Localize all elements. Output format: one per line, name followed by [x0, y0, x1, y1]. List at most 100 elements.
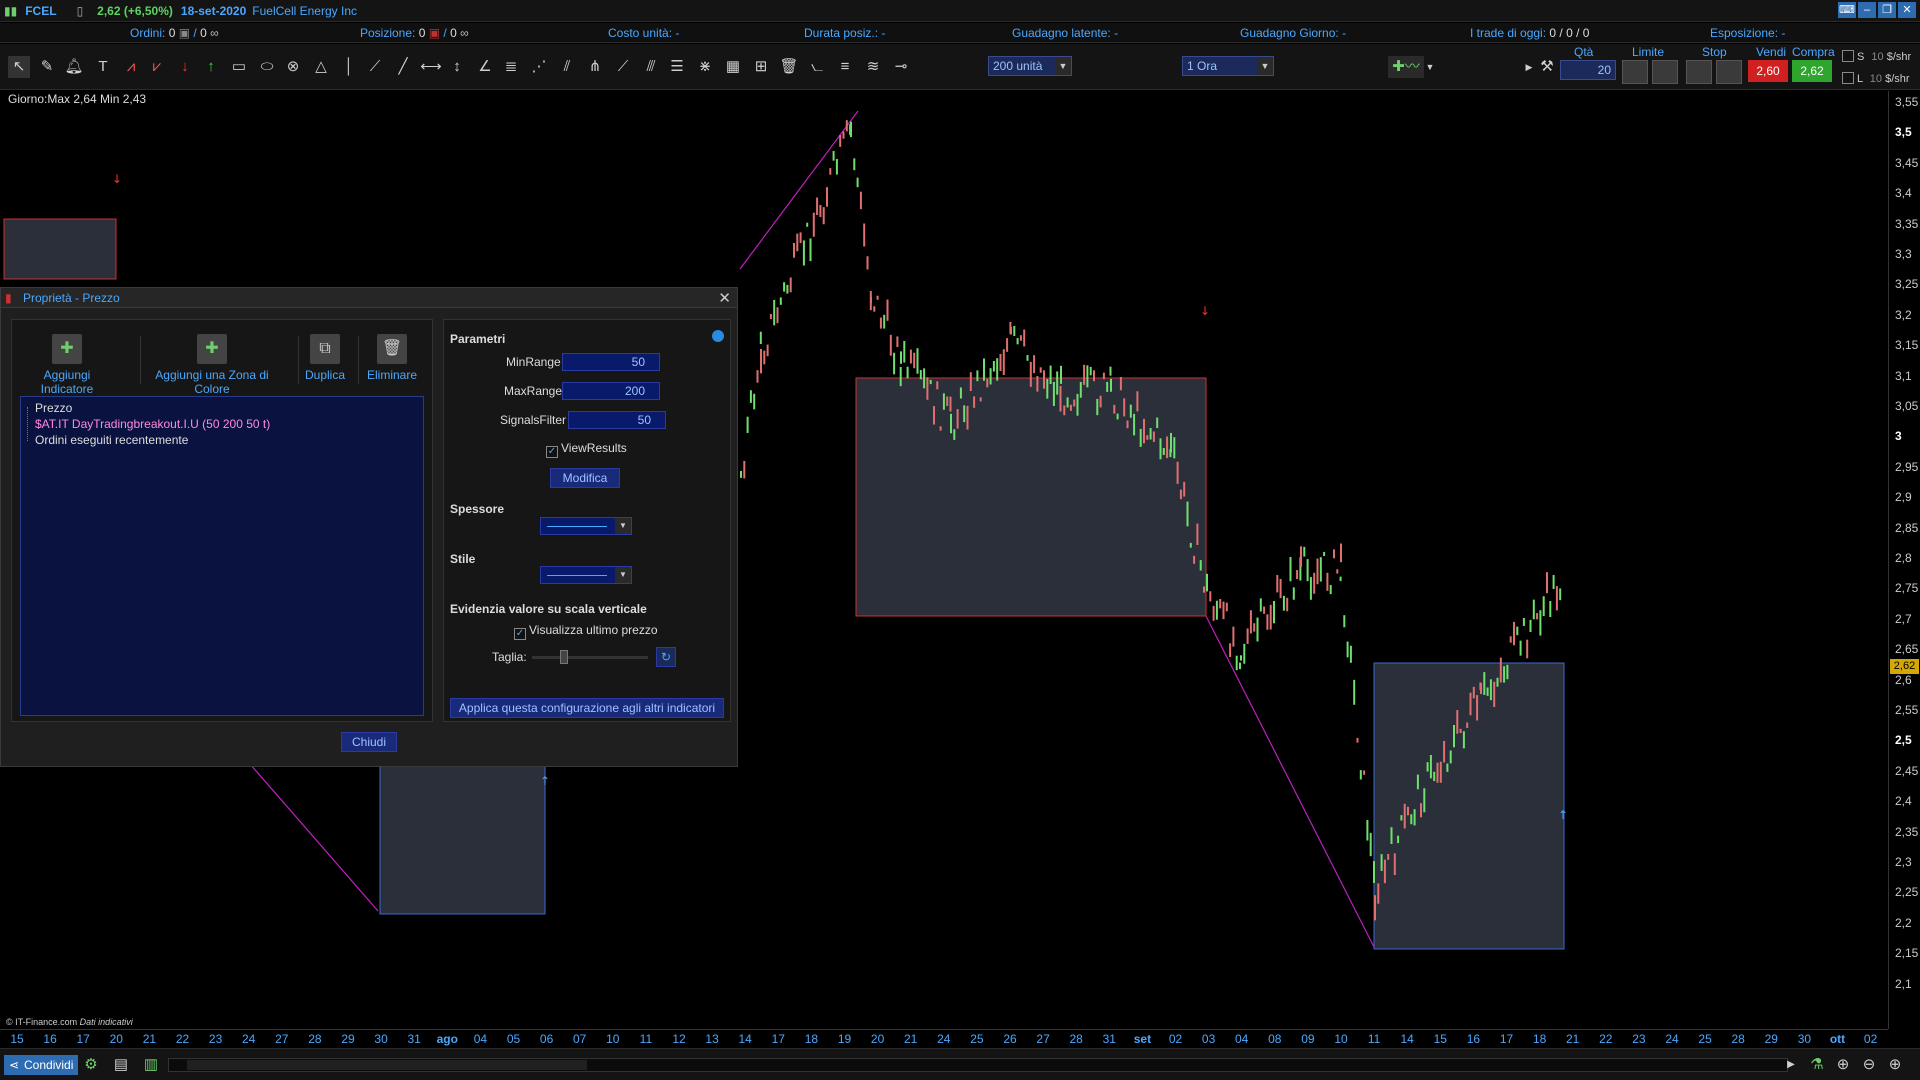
- l-checkbox[interactable]: [1842, 72, 1854, 84]
- sell-arrow-icon[interactable]: ↓: [174, 56, 196, 78]
- chart-settings-icon[interactable]: ⚗: [1806, 1054, 1828, 1076]
- chart-icon[interactable]: ▮▮: [4, 4, 17, 18]
- breakout-zone-4[interactable]: [1373, 662, 1565, 950]
- channel-tool-icon[interactable]: ⫽: [556, 56, 578, 78]
- alert-bell-icon[interactable]: 🔔︎: [63, 56, 85, 78]
- gann-tool-icon[interactable]: ⋇: [694, 56, 716, 78]
- tree-item-price[interactable]: Prezzo: [35, 401, 72, 415]
- horizontal-line-icon[interactable]: ⊸: [890, 56, 912, 78]
- close-icon[interactable]: ✕: [718, 289, 731, 307]
- vertical-measure-icon[interactable]: ↕: [446, 56, 468, 78]
- restore-icon[interactable]: ❐: [1878, 2, 1896, 18]
- scroll-right-icon[interactable]: ▶: [1780, 1054, 1802, 1076]
- chevron-down-icon[interactable]: ▼: [1424, 56, 1436, 78]
- reset-icon[interactable]: ↻: [656, 647, 676, 667]
- duplicate-button[interactable]: ⧉ Duplica: [300, 334, 350, 382]
- qty-input[interactable]: 20: [1560, 60, 1616, 80]
- show-last-price-checkbox[interactable]: ✓: [514, 628, 526, 640]
- text-tool-icon[interactable]: T: [92, 56, 114, 78]
- horizontal-measure-icon[interactable]: ⟷: [420, 56, 442, 78]
- trendline-tool-icon[interactable]: ╱: [392, 56, 414, 78]
- buy-arrow-icon[interactable]: ↑: [200, 56, 222, 78]
- zigzag-tool-icon[interactable]: ⩘: [120, 56, 142, 78]
- trend-line-2[interactable]: [249, 763, 379, 912]
- tree-item-indicator[interactable]: $AT.IT DayTradingbreakout.I.U (50 200 50…: [35, 417, 270, 431]
- style-select[interactable]: ▼: [540, 566, 632, 584]
- time-axis[interactable]: 15 16 17 20 21 22 23 24 27 28 29 30 31 ago 04 05 06 07 10 1…: [0, 1029, 1888, 1047]
- scrollbar-thumb[interactable]: [187, 1060, 587, 1070]
- apply-config-button[interactable]: Applica questa configurazione agli altri…: [450, 698, 724, 718]
- pointer-tool-icon[interactable]: ↖: [8, 56, 30, 78]
- maxrange-input[interactable]: 200: [562, 382, 660, 400]
- minrange-input[interactable]: 50: [562, 353, 660, 371]
- breakout-zone-2[interactable]: [379, 763, 546, 915]
- wave-tool-icon[interactable]: ⩗: [146, 56, 168, 78]
- limit-buy-button[interactable]: [1622, 60, 1648, 84]
- zoom-in-icon[interactable]: ⊕: [1884, 1054, 1906, 1076]
- sell-button[interactable]: 2,60: [1748, 60, 1788, 82]
- tree-item-orders[interactable]: Ordini eseguiti recentemente: [35, 433, 188, 447]
- s-checkbox[interactable]: [1842, 50, 1854, 62]
- pitchfork-tool-icon[interactable]: ⋔: [584, 56, 606, 78]
- zoom-fit-icon[interactable]: ⊕: [1832, 1054, 1854, 1076]
- link-icon[interactable]: ∞: [460, 26, 469, 40]
- rectangle-tool-icon[interactable]: ▭: [228, 56, 250, 78]
- chevron-down-icon[interactable]: ▼: [615, 567, 631, 583]
- breakout-zone-3[interactable]: [855, 377, 1207, 617]
- stop-sell-button[interactable]: [1716, 60, 1742, 84]
- measure-tool-icon[interactable]: ⦦: [806, 56, 828, 78]
- indicator-icon[interactable]: ⚙: [80, 1054, 102, 1076]
- chevron-right-icon[interactable]: ▶: [1524, 56, 1534, 78]
- chevron-down-icon[interactable]: ▼: [1257, 57, 1273, 75]
- delete-button[interactable]: 🗑︎ Eliminare: [362, 334, 422, 382]
- stop-buy-button[interactable]: [1686, 60, 1712, 84]
- orders-box-icon[interactable]: ▣: [179, 26, 190, 40]
- viewresults-checkbox[interactable]: ✓: [546, 446, 558, 458]
- symbol-label[interactable]: FCEL: [25, 4, 56, 18]
- info-icon[interactable]: ▯: [77, 4, 84, 18]
- link-icon[interactable]: ∞: [210, 26, 219, 40]
- s-qty[interactable]: 10: [1871, 51, 1883, 63]
- list-icon[interactable]: ▤: [110, 1054, 132, 1076]
- trend-line-1[interactable]: [739, 110, 859, 270]
- breakout-zone-1[interactable]: [3, 218, 117, 280]
- trend-line-3[interactable]: [1205, 615, 1375, 948]
- pencil-tool-icon[interactable]: ✎: [36, 56, 58, 78]
- angle-tool-icon[interactable]: ∠: [474, 56, 496, 78]
- chevron-down-icon[interactable]: ▼: [615, 518, 631, 534]
- vertical-line-icon[interactable]: │: [338, 56, 360, 78]
- candles-icon[interactable]: ▥: [140, 1054, 162, 1076]
- multi-lines-icon[interactable]: ≋: [862, 56, 884, 78]
- time-scrollbar[interactable]: [168, 1058, 1788, 1072]
- thickness-select[interactable]: ▼: [540, 517, 632, 535]
- price-axis[interactable]: 3,55 3,5 3,45 3,4 3,35 3,3 3,25 3,2 3,15 3,1 3,05 3…: [1888, 91, 1920, 1029]
- segment-tool-icon[interactable]: ⟋: [364, 56, 386, 78]
- share-button[interactable]: ⋖ Condividi: [4, 1055, 78, 1075]
- size-slider-track[interactable]: [532, 656, 648, 659]
- circle-tool-icon[interactable]: ⊗: [282, 56, 304, 78]
- trash-icon[interactable]: 🗑︎: [778, 56, 800, 78]
- position-box-icon[interactable]: ▣: [429, 26, 440, 40]
- zoom-out-icon[interactable]: ⊖: [1858, 1054, 1880, 1076]
- ellipse-tool-icon[interactable]: ⬭: [256, 56, 278, 78]
- info-dot-icon[interactable]: [712, 330, 724, 342]
- regression-tool-icon[interactable]: ⟋: [612, 56, 634, 78]
- add-indicator-button[interactable]: ✚ Aggiungi Indicatore: [22, 334, 112, 396]
- limit-sell-button[interactable]: [1652, 60, 1678, 84]
- keyboard-icon[interactable]: ⌨: [1838, 2, 1856, 18]
- parallel-lines-icon[interactable]: ⫻: [640, 56, 662, 78]
- triangle-tool-icon[interactable]: △: [310, 56, 332, 78]
- add-indicator-icon[interactable]: ✚〰: [1388, 56, 1424, 78]
- timeframe-select[interactable]: 1 Ora ▼: [1182, 56, 1274, 76]
- signalsfilter-input[interactable]: 50: [568, 411, 666, 429]
- fibonacci-tool-icon[interactable]: ≣: [500, 56, 522, 78]
- lines-tool-icon[interactable]: ≡: [834, 56, 856, 78]
- wrench-icon[interactable]: ⚒: [1536, 56, 1558, 78]
- magnet-tool-icon[interactable]: ⊞: [750, 56, 772, 78]
- size-slider-handle[interactable]: [560, 650, 568, 664]
- modify-button[interactable]: Modifica: [550, 468, 620, 488]
- close-icon[interactable]: ✕: [1898, 2, 1916, 18]
- add-color-zone-button[interactable]: ✚ Aggiungi una Zona di Colore: [140, 334, 284, 396]
- units-select[interactable]: 200 unità ▼: [988, 56, 1072, 76]
- close-button[interactable]: Chiudi: [341, 732, 397, 752]
